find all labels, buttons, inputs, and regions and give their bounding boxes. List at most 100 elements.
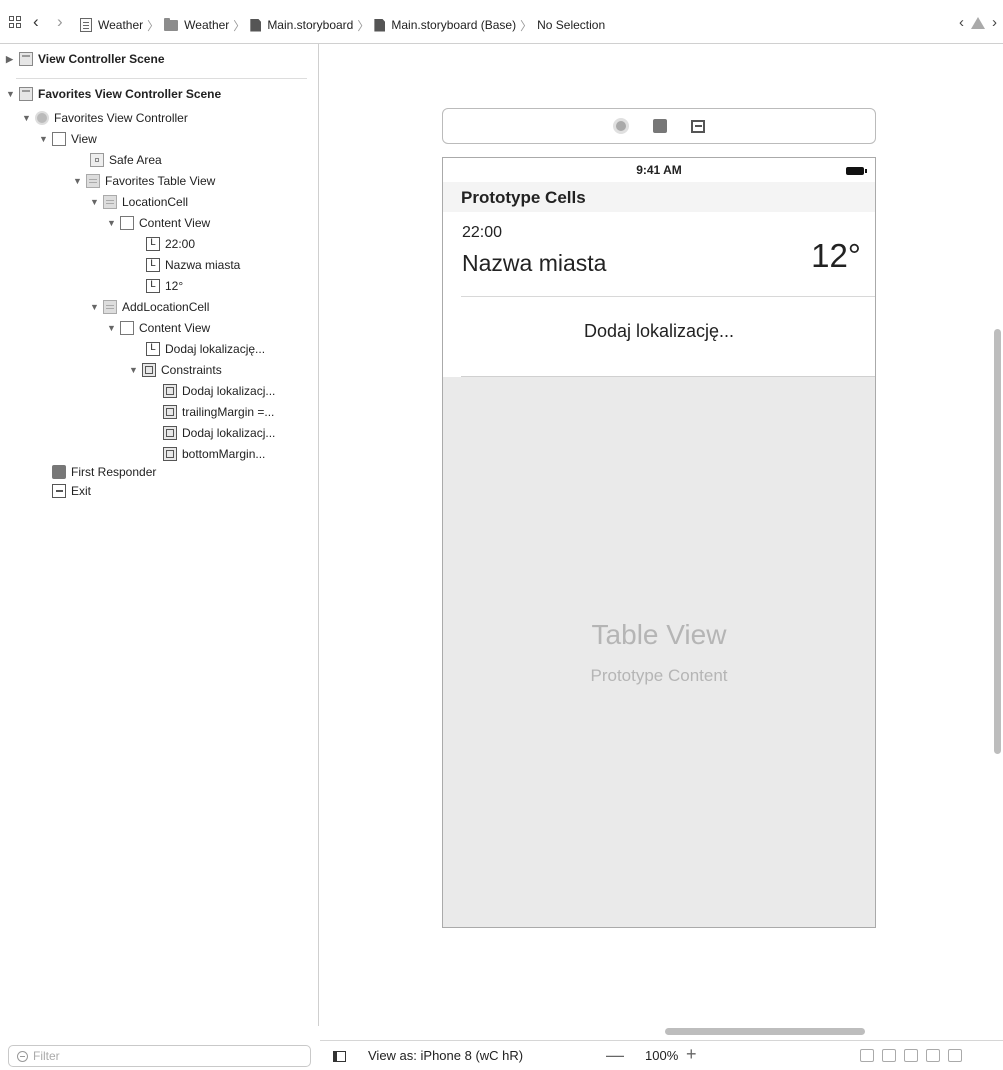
storyboard-canvas[interactable]: 9:41 AM Prototype Cells 22:00 Nazwa mias…: [320, 44, 1003, 1035]
outline-label: Dodaj lokalizacj...: [182, 426, 276, 440]
device-frame[interactable]: 9:41 AM Prototype Cells 22:00 Nazwa mias…: [442, 157, 876, 928]
cell-temperature-label[interactable]: 12°: [811, 237, 861, 275]
update-frames-icon[interactable]: [860, 1049, 874, 1062]
table-view-placeholder[interactable]: Table View Prototype Content: [443, 377, 875, 927]
view-icon: [52, 132, 66, 146]
disclosure-expanded-icon[interactable]: ▼: [107, 323, 120, 333]
location-cell[interactable]: 22:00 Nazwa miasta 12°: [443, 212, 875, 296]
label-icon: L: [146, 237, 160, 251]
horizontal-scrollbar[interactable]: [665, 1028, 865, 1035]
embed-in-stack-icon[interactable]: [882, 1049, 896, 1062]
back-chevron-icon[interactable]: ‹: [33, 13, 39, 30]
canvas-bottom-bar: View as: iPhone 8 (wC hR) — 100% +: [320, 1040, 1003, 1070]
add-location-cell[interactable]: Dodaj lokalizację...: [443, 297, 875, 377]
folder-icon: [164, 17, 179, 31]
storyboard-file-icon: [374, 18, 386, 32]
status-time: 9:41 AM: [636, 163, 682, 177]
crumb-storyboard-label: Main.storyboard: [267, 18, 354, 32]
disclosure-expanded-icon[interactable]: ▼: [90, 197, 103, 207]
view-as-device-button[interactable]: View as: iPhone 8 (wC hR): [368, 1048, 523, 1063]
outline-item-view[interactable]: ▼ View: [39, 130, 97, 148]
view-controller-icon: [35, 111, 49, 125]
disclosure-expanded-icon[interactable]: ▼: [73, 176, 86, 186]
view-controller-icon[interactable]: [613, 118, 629, 134]
disclosure-expanded-icon[interactable]: ▼: [129, 365, 142, 375]
outline-item-favorites-vc[interactable]: ▼ Favorites View Controller: [22, 109, 188, 127]
outline-label: Constraints: [161, 363, 222, 377]
crumb-project-label: Weather: [98, 18, 144, 32]
outline-item-location-cell[interactable]: ▼ LocationCell: [90, 193, 188, 211]
add-constraints-icon[interactable]: [926, 1049, 940, 1062]
outline-filter-field[interactable]: Filter: [8, 1045, 311, 1067]
outline-item-constraint-1[interactable]: Dodaj lokalizacj...: [163, 382, 275, 400]
zoom-level[interactable]: 100%: [645, 1048, 678, 1063]
layout-tools: [860, 1049, 962, 1062]
crumb-storyboard-base[interactable]: Main.storyboard (Base): [374, 18, 516, 32]
related-items-grid-icon[interactable]: [9, 16, 23, 30]
view-icon: [120, 321, 134, 335]
outline-label: Exit: [71, 484, 92, 498]
crumb-group-label: Weather: [184, 18, 230, 32]
breadcrumb-separator: 〉: [520, 18, 533, 33]
cell-city-label[interactable]: Nazwa miasta: [462, 250, 606, 277]
outline-item-constraint-2[interactable]: trailingMargin =...: [163, 403, 274, 421]
crumb-group[interactable]: Weather: [164, 17, 230, 32]
outline-item-label-temp[interactable]: L 12°: [146, 277, 183, 295]
outline-item-label-add[interactable]: L Dodaj lokalizację...: [146, 340, 265, 358]
outline-item-label-time[interactable]: L 22:00: [146, 235, 195, 253]
warning-icon[interactable]: [971, 16, 985, 29]
zoom-out-button[interactable]: —: [606, 1045, 624, 1066]
disclosure-expanded-icon[interactable]: ▼: [6, 89, 19, 99]
disclosure-expanded-icon[interactable]: ▼: [107, 218, 120, 228]
table-cell-icon: [103, 300, 117, 314]
outline-item-content-view-2[interactable]: ▼ Content View: [107, 319, 210, 337]
crumb-project[interactable]: Weather: [80, 18, 143, 32]
vertical-scrollbar[interactable]: [994, 329, 1001, 754]
outline-label: 22:00: [165, 237, 196, 251]
outline-item-first-responder[interactable]: First Responder: [52, 463, 156, 481]
exit-icon[interactable]: [691, 119, 705, 133]
exit-icon: [52, 484, 66, 498]
crumb-selection[interactable]: No Selection: [537, 18, 605, 32]
resolve-issues-icon[interactable]: [948, 1049, 962, 1062]
outline-item-constraint-3[interactable]: Dodaj lokalizacj...: [163, 424, 275, 442]
scene-dock: [442, 108, 876, 144]
add-location-label[interactable]: Dodaj lokalizację...: [443, 321, 875, 342]
outline-item-content-view[interactable]: ▼ Content View: [107, 214, 210, 232]
outline-item-label-city[interactable]: L Nazwa miasta: [146, 256, 240, 274]
document-outline: ▶ View Controller Scene ▼ Favorites View…: [0, 44, 319, 1026]
scene-icon: [19, 87, 33, 101]
label-icon: L: [146, 342, 160, 356]
previous-issue-icon[interactable]: ‹: [959, 14, 964, 31]
outline-scene-view-controller[interactable]: ▶ View Controller Scene: [6, 50, 165, 68]
disclosure-expanded-icon[interactable]: ▼: [90, 302, 103, 312]
first-responder-cube-icon[interactable]: [653, 119, 667, 133]
disclosure-expanded-icon[interactable]: ▼: [22, 113, 35, 123]
outline-label: Dodaj lokalizację...: [165, 342, 266, 356]
label-icon: L: [146, 258, 160, 272]
outline-item-add-location-cell[interactable]: ▼ AddLocationCell: [90, 298, 209, 316]
outline-item-safe-area[interactable]: Safe Area: [90, 151, 162, 169]
forward-chevron-icon[interactable]: ›: [57, 13, 63, 30]
outline-scene-favorites[interactable]: ▼ Favorites View Controller Scene: [6, 85, 221, 103]
outline-divider: [16, 78, 307, 79]
next-issue-icon[interactable]: ›: [992, 14, 997, 31]
disclosure-collapsed-icon[interactable]: ▶: [6, 54, 19, 65]
constraint-icon: [163, 405, 177, 419]
breadcrumb-separator: 〉: [357, 18, 370, 33]
outline-label: Nazwa miasta: [165, 258, 241, 272]
disclosure-expanded-icon[interactable]: ▼: [39, 134, 52, 144]
outline-toggle-icon[interactable]: [333, 1051, 346, 1062]
crumb-storyboard[interactable]: Main.storyboard: [250, 18, 353, 32]
safe-area-icon: [90, 153, 104, 167]
outline-label: 12°: [165, 279, 184, 293]
outline-item-constraint-4[interactable]: bottomMargin...: [163, 445, 265, 463]
outline-item-constraints[interactable]: ▼ Constraints: [129, 361, 222, 379]
outline-item-table-view[interactable]: ▼ Favorites Table View: [73, 172, 215, 190]
outline-item-exit[interactable]: Exit: [52, 482, 91, 500]
table-view-icon: [86, 174, 100, 188]
constraint-icon: [163, 426, 177, 440]
zoom-in-button[interactable]: +: [686, 1044, 697, 1065]
align-icon[interactable]: [904, 1049, 918, 1062]
cell-time-label[interactable]: 22:00: [462, 224, 502, 242]
